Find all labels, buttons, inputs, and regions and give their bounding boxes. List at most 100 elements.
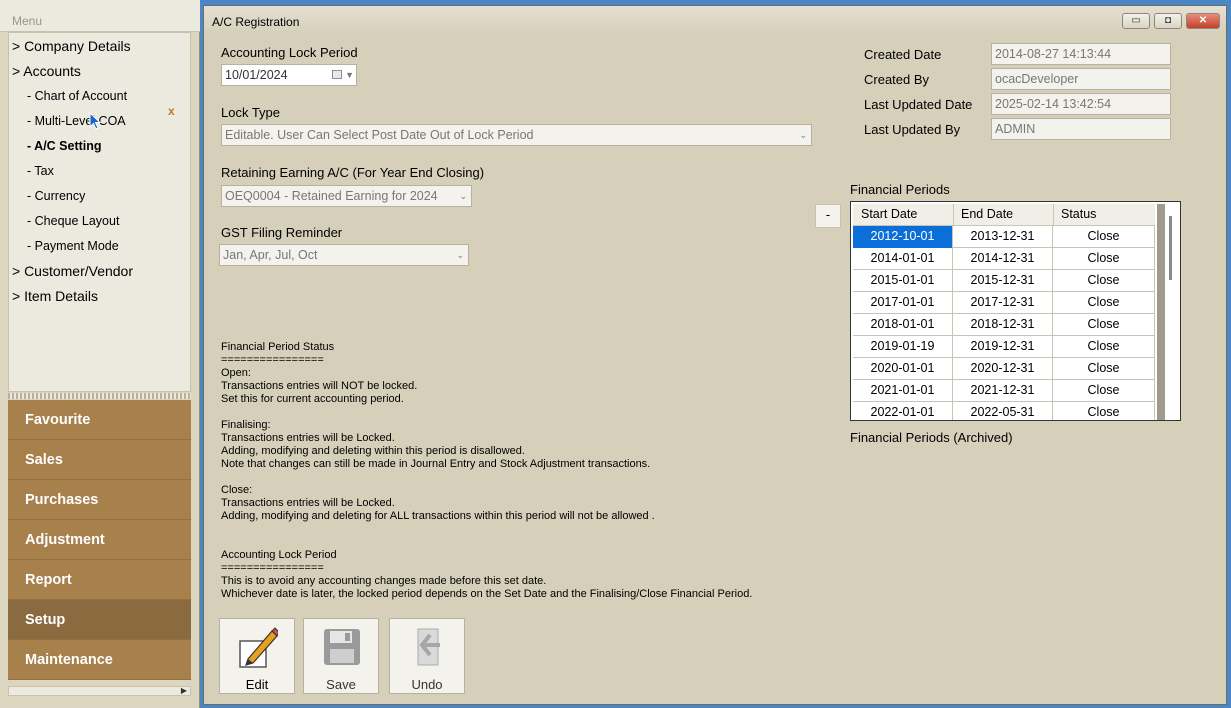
table-cell[interactable]: 2018-12-31 (953, 314, 1053, 336)
last-updated-by-label: Last Updated By (864, 122, 961, 137)
table-cell[interactable]: 2017-01-01 (853, 292, 953, 314)
table-cell[interactable]: Close (1053, 336, 1155, 358)
menu-tree-item[interactable]: - Currency (27, 185, 85, 207)
table-cell[interactable]: 2019-01-19 (853, 336, 953, 358)
lock-period-value: 10/01/2024 (225, 68, 288, 82)
table-row[interactable]: 2012-10-01 2013-12-31 Close (853, 226, 1155, 248)
table-cell[interactable]: Close (1053, 270, 1155, 292)
gst-reminder-label: GST Filing Reminder (221, 225, 343, 240)
close-tab-icon[interactable]: x (168, 104, 175, 118)
table-row[interactable]: 2019-01-19 2019-12-31 Close (853, 336, 1155, 358)
table-cell[interactable]: 2022-01-01 (853, 402, 953, 420)
chevron-down-icon[interactable]: ⌄ (456, 245, 464, 265)
table-cell[interactable]: 2017-12-31 (953, 292, 1053, 314)
mouse-cursor-icon (89, 112, 101, 130)
table-row[interactable]: 2014-01-01 2014-12-31 Close (853, 248, 1155, 270)
retaining-earning-select[interactable]: OEQ0004 - Retained Earning for 2024 ⌄ (221, 185, 472, 207)
pencil-icon (239, 627, 278, 668)
table-row[interactable]: 2017-01-01 2017-12-31 Close (853, 292, 1155, 314)
table-cell[interactable]: Close (1053, 292, 1155, 314)
grid-scrollbar-track[interactable] (1157, 204, 1165, 420)
table-row[interactable]: 2015-01-01 2015-12-31 Close (853, 270, 1155, 292)
column-divider (953, 204, 954, 226)
table-cell[interactable]: 2020-01-01 (853, 358, 953, 380)
ac-registration-window: A/C Registration ▭ ◘ ✕ Accounting Lock P… (203, 5, 1227, 705)
chevron-down-icon[interactable]: ⌄ (799, 125, 807, 145)
menu-tree-item[interactable]: - Cheque Layout (27, 210, 119, 232)
table-cell[interactable]: 2014-12-31 (953, 248, 1053, 270)
scroll-right-arrow-icon[interactable]: ▶ (181, 687, 187, 695)
window-title: A/C Registration (212, 15, 300, 29)
calendar-icon[interactable] (332, 70, 342, 79)
table-cell[interactable]: Close (1053, 402, 1155, 420)
menu-tree-item[interactable]: - Multi-Level COA (27, 110, 126, 132)
table-cell[interactable]: Close (1053, 358, 1155, 380)
menu-tree-item[interactable]: - Chart of Account (27, 85, 127, 107)
table-cell[interactable]: 2019-12-31 (953, 336, 1053, 358)
menu-tree-item[interactable]: > Company Details (12, 35, 131, 57)
table-cell[interactable]: 2012-10-01 (853, 226, 953, 248)
nav-button-report[interactable]: Report (8, 560, 191, 600)
nav-button-adjustment[interactable]: Adjustment (8, 520, 191, 560)
nav-group: Favourite Sales Purchases Adjustment Report S… (8, 400, 191, 680)
column-divider (1053, 204, 1054, 226)
table-cell[interactable]: 2022-05-31 (953, 402, 1053, 420)
table-row[interactable]: 2022-01-01 2022-05-31 Close (853, 402, 1155, 420)
last-updated-date-label: Last Updated Date (864, 97, 973, 112)
undo-icon (417, 628, 440, 666)
menu-tree-item[interactable]: > Item Details (12, 285, 98, 307)
save-button[interactable]: Save (303, 618, 379, 694)
table-cell[interactable]: 2018-01-01 (853, 314, 953, 336)
lock-period-date-picker[interactable]: 10/01/2024 ▼ (221, 64, 357, 86)
menu-tree-item[interactable]: - Payment Mode (27, 235, 119, 257)
minimize-button[interactable]: ▭ (1122, 13, 1150, 29)
undo-label: Undo (411, 677, 443, 692)
table-row[interactable]: 2018-01-01 2018-12-31 Close (853, 314, 1155, 336)
remove-period-button[interactable]: - (815, 204, 841, 228)
table-cell[interactable]: 2015-01-01 (853, 270, 953, 292)
undo-button[interactable]: Undo (389, 618, 465, 694)
nav-button-maintenance[interactable]: Maintenance (8, 640, 191, 680)
table-cell[interactable]: 2013-12-31 (953, 226, 1053, 248)
nav-button-setup[interactable]: Setup (8, 600, 191, 640)
gst-reminder-select[interactable]: Jan, Apr, Jul, Oct ⌄ (219, 244, 469, 266)
nav-button-favourite[interactable]: Favourite (8, 400, 191, 440)
table-cell[interactable]: 2021-01-01 (853, 380, 953, 402)
table-row[interactable]: 2020-01-01 2020-12-31 Close (853, 358, 1155, 380)
menu-tree-item[interactable]: - A/C Setting (27, 135, 102, 157)
column-end-date[interactable]: End Date (961, 207, 1013, 221)
menu-scrollbar[interactable]: ▶ (8, 686, 191, 696)
table-cell[interactable]: Close (1053, 314, 1155, 336)
nav-button-sales[interactable]: Sales (8, 440, 191, 480)
menu-title: Menu (12, 14, 43, 28)
table-cell[interactable]: Close (1053, 380, 1155, 402)
financial-periods-title: Financial Periods (850, 182, 950, 197)
lock-type-label: Lock Type (221, 105, 281, 120)
menu-tree-item[interactable]: > Customer/Vendor (12, 260, 133, 282)
table-cell[interactable]: 2014-01-01 (853, 248, 953, 270)
lock-type-select[interactable]: Editable. User Can Select Post Date Out … (221, 124, 812, 146)
edit-button[interactable]: Edit (219, 618, 295, 694)
menu-tree-item[interactable]: - Tax (27, 160, 54, 182)
table-cell[interactable]: Close (1053, 226, 1155, 248)
last-updated-date-field: 2025-02-14 13:42:54 (991, 93, 1171, 115)
table-cell[interactable]: 2021-12-31 (953, 380, 1053, 402)
table-cell[interactable]: Close (1053, 248, 1155, 270)
menu-splitter[interactable] (8, 393, 191, 399)
table-cell[interactable]: 2015-12-31 (953, 270, 1053, 292)
table-row[interactable]: 2021-01-01 2021-12-31 Close (853, 380, 1155, 402)
nav-button-purchases[interactable]: Purchases (8, 480, 191, 520)
maximize-button[interactable]: ◘ (1154, 13, 1182, 29)
menu-tree-item[interactable]: > Accounts (12, 60, 81, 82)
menu-tree: > Company Details > Accounts - Chart of Ac… (8, 32, 191, 392)
retaining-earning-value: OEQ0004 - Retained Earning for 2024 (225, 189, 438, 203)
grid-scrollbar-thumb[interactable] (1169, 216, 1172, 280)
table-cell[interactable]: 2020-12-31 (953, 358, 1053, 380)
column-status[interactable]: Status (1061, 207, 1096, 221)
menu-header: Menu (0, 0, 200, 32)
info-text: Financial Period Status ================… (221, 341, 753, 600)
chevron-down-icon[interactable]: ▼ (345, 65, 354, 85)
column-start-date[interactable]: Start Date (861, 207, 917, 221)
close-button[interactable]: ✕ (1186, 13, 1220, 29)
chevron-down-icon[interactable]: ⌄ (459, 186, 467, 206)
